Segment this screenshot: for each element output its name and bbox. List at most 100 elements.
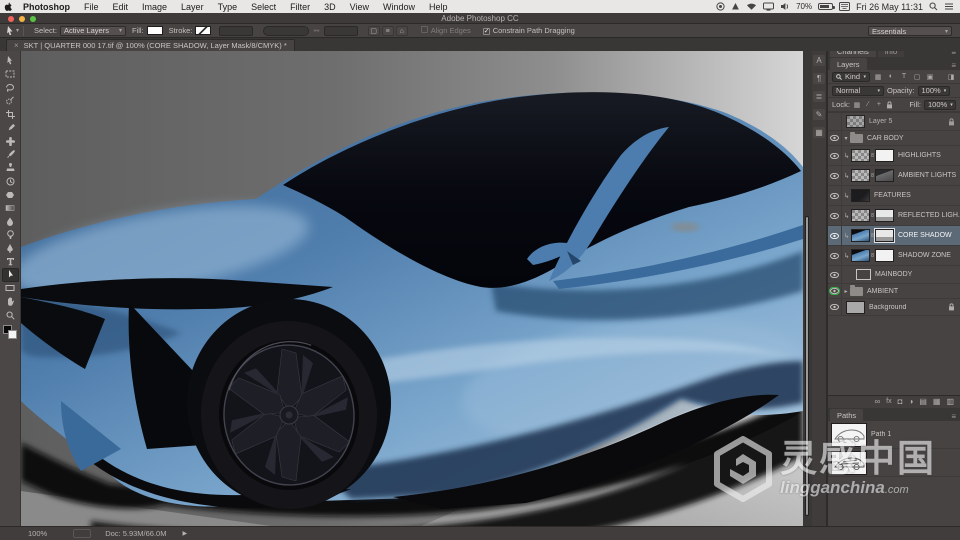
character-panel-icon[interactable]: A xyxy=(813,55,825,66)
lasso-tool[interactable] xyxy=(2,81,19,94)
battery-icon[interactable] xyxy=(818,3,833,10)
path-thumbnail[interactable] xyxy=(831,451,867,475)
layer-row-layer5[interactable]: Layer 5 xyxy=(828,113,960,131)
shape-height-field[interactable] xyxy=(324,26,358,36)
layer-thumbnail[interactable] xyxy=(851,169,870,182)
eyedropper-tool[interactable] xyxy=(2,121,19,134)
path-row-2[interactable] xyxy=(828,449,960,477)
close-document-icon[interactable]: × xyxy=(14,41,19,50)
filter-toggle-icon[interactable]: ◨ xyxy=(946,73,956,81)
layer-row-ambient-lights[interactable]: ↳ 8 AMBIENT LIGHTS xyxy=(828,166,960,186)
volume-icon[interactable] xyxy=(780,2,790,11)
healing-brush-tool[interactable] xyxy=(2,134,19,147)
paths-panel-menu-icon[interactable]: ≡ xyxy=(951,412,960,421)
visibility-toggle-highlighted[interactable] xyxy=(828,284,842,298)
layer-thumbnail[interactable] xyxy=(851,249,870,262)
foreground-background-swatches[interactable] xyxy=(3,325,17,339)
menu-extra-icon[interactable] xyxy=(731,2,740,11)
move-tool[interactable] xyxy=(2,54,19,67)
path-thumbnail[interactable] xyxy=(831,423,867,447)
new-layer-icon[interactable]: ▦ xyxy=(933,396,941,408)
visibility-toggle[interactable] xyxy=(828,166,842,185)
menu-item-image[interactable]: Image xyxy=(135,2,174,12)
visibility-toggle[interactable] xyxy=(828,113,842,130)
visibility-toggle[interactable] xyxy=(828,226,842,245)
layers-panel-menu-icon[interactable]: ≡ xyxy=(951,61,960,70)
tool-preset-button[interactable]: ▾ xyxy=(6,26,19,35)
eraser-tool[interactable] xyxy=(2,188,19,201)
lock-position-icon[interactable]: + xyxy=(875,101,883,108)
clone-stamp-tool[interactable] xyxy=(2,161,19,174)
tab-layers[interactable]: Layers xyxy=(830,58,867,70)
pen-tool[interactable] xyxy=(2,241,19,254)
paragraph-panel-icon[interactable]: ¶ xyxy=(813,73,825,84)
quick-selection-tool[interactable] xyxy=(2,94,19,107)
gradient-tool[interactable] xyxy=(2,201,19,214)
menu-bar-clock[interactable]: Fri 26 May 11:31 xyxy=(856,2,923,12)
add-layer-mask-icon[interactable]: ◘ xyxy=(898,396,903,408)
link-layers-icon[interactable]: ∞ xyxy=(874,396,880,408)
layer-row-background[interactable]: Background xyxy=(828,299,960,316)
dodge-tool[interactable] xyxy=(2,228,19,241)
history-brush-tool[interactable] xyxy=(2,175,19,188)
menu-item-3d[interactable]: 3D xyxy=(317,2,343,12)
lock-pixels-icon[interactable]: ∕ xyxy=(864,101,872,108)
group-expand-triangle[interactable]: ▾ xyxy=(842,135,850,142)
layer-row-core-shadow[interactable]: ↳ 8 CORE SHADOW xyxy=(828,226,960,246)
apple-menu-icon[interactable] xyxy=(0,1,16,13)
shape-width-field[interactable] xyxy=(263,26,309,36)
fill-swatch[interactable] xyxy=(147,26,163,35)
filter-smart-objects-icon[interactable]: ▣ xyxy=(925,73,935,81)
visibility-toggle[interactable] xyxy=(828,299,842,315)
menu-item-view[interactable]: View xyxy=(343,2,376,12)
tab-paths[interactable]: Paths xyxy=(830,409,863,421)
menu-item-window[interactable]: Window xyxy=(376,2,422,12)
brush-tool[interactable] xyxy=(2,148,19,161)
workspace-switcher-dropdown[interactable]: Essentials ▾ xyxy=(868,26,952,36)
layer-mask-thumbnail[interactable] xyxy=(875,169,894,182)
menu-item-photoshop[interactable]: Photoshop xyxy=(16,2,77,12)
layer-mask-thumbnail[interactable] xyxy=(875,209,894,222)
path-selection-tool[interactable] xyxy=(2,268,19,281)
menu-item-help[interactable]: Help xyxy=(422,2,455,12)
visibility-toggle[interactable] xyxy=(828,206,842,225)
layer-thumbnail[interactable] xyxy=(851,209,870,222)
type-tool[interactable] xyxy=(2,255,19,268)
delete-layer-icon[interactable]: ▥ xyxy=(946,396,954,408)
layer-thumbnail[interactable] xyxy=(851,189,870,202)
visibility-toggle[interactable] xyxy=(828,131,842,145)
brush-settings-panel-icon[interactable]: ✎ xyxy=(813,109,825,120)
marquee-tool[interactable] xyxy=(2,67,19,80)
menu-item-edit[interactable]: Edit xyxy=(106,2,136,12)
menu-item-type[interactable]: Type xyxy=(211,2,245,12)
fill-field[interactable]: 100% ▾ xyxy=(924,100,956,110)
blur-tool[interactable] xyxy=(2,215,19,228)
scrollbar-thumb[interactable] xyxy=(805,216,809,516)
wifi-icon[interactable] xyxy=(746,2,757,11)
lock-transparency-icon[interactable]: ▦ xyxy=(853,101,861,109)
layer-thumbnail[interactable] xyxy=(846,301,865,314)
adjustment-layer-icon[interactable]: ◑ xyxy=(908,396,913,408)
layer-row-highlights[interactable]: ↳ 8 HIGHLIGHTS xyxy=(828,146,960,166)
menu-item-filter[interactable]: Filter xyxy=(283,2,317,12)
group-expand-triangle[interactable]: ▸ xyxy=(842,288,850,295)
layer-thumbnail[interactable] xyxy=(851,149,870,162)
stroke-width-field[interactable] xyxy=(219,26,253,36)
canvas-scrollbar[interactable] xyxy=(803,51,812,526)
stroke-swatch[interactable] xyxy=(195,26,211,35)
screen-record-icon[interactable] xyxy=(716,2,725,11)
clone-source-panel-icon[interactable]: ▦ xyxy=(813,127,825,138)
zoom-level-field[interactable]: 100% xyxy=(28,529,47,538)
opacity-field[interactable]: 100% ▾ xyxy=(918,86,950,96)
hand-tool[interactable] xyxy=(2,295,19,308)
layer-thumbnail[interactable] xyxy=(851,229,870,242)
layer-row-shadow-zone[interactable]: ↳ 8 SHADOW ZONE xyxy=(828,246,960,266)
vector-mask-thumbnail[interactable] xyxy=(856,269,871,280)
menu-item-file[interactable]: File xyxy=(77,2,106,12)
layer-row-mainbody[interactable]: MAINBODY xyxy=(828,266,960,284)
notification-center-icon[interactable] xyxy=(944,2,954,11)
path-alignment-button[interactable]: ≡ xyxy=(382,26,394,36)
filter-pixel-layers-icon[interactable]: ▦ xyxy=(873,73,883,81)
visibility-toggle[interactable] xyxy=(828,266,842,283)
align-edges-checkbox[interactable] xyxy=(421,26,428,33)
